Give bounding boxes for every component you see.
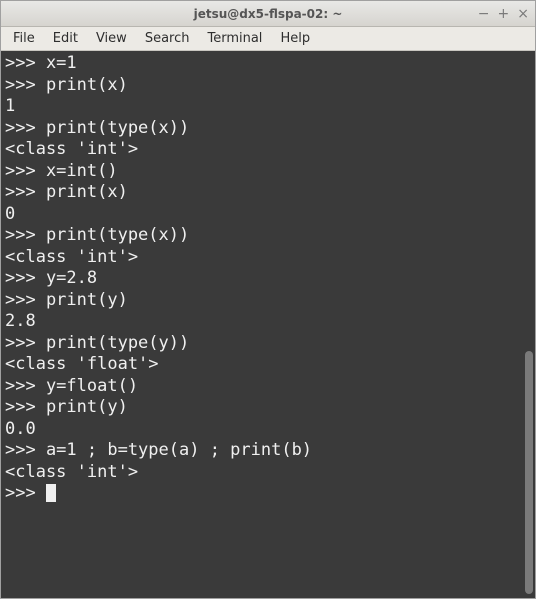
menu-search[interactable]: Search bbox=[137, 29, 198, 48]
menu-help[interactable]: Help bbox=[272, 29, 318, 48]
window-title: jetsu@dx5-flspa-02: ~ bbox=[194, 7, 343, 21]
menu-terminal[interactable]: Terminal bbox=[199, 29, 270, 48]
cursor bbox=[46, 484, 56, 502]
window-controls: − + × bbox=[478, 1, 529, 26]
maximize-icon[interactable]: + bbox=[498, 7, 510, 21]
menu-view[interactable]: View bbox=[88, 29, 135, 48]
terminal-area: >>> x=1 >>> print(x) 1 >>> print(type(x)… bbox=[1, 51, 535, 598]
menu-edit[interactable]: Edit bbox=[45, 29, 86, 48]
terminal-output[interactable]: >>> x=1 >>> print(x) 1 >>> print(type(x)… bbox=[1, 51, 523, 598]
menubar: File Edit View Search Terminal Help bbox=[1, 27, 535, 51]
minimize-icon[interactable]: − bbox=[478, 7, 490, 21]
terminal-window: jetsu@dx5-flspa-02: ~ − + × File Edit Vi… bbox=[0, 0, 536, 599]
close-icon[interactable]: × bbox=[517, 7, 529, 21]
titlebar[interactable]: jetsu@dx5-flspa-02: ~ − + × bbox=[1, 1, 535, 27]
scrollbar[interactable] bbox=[523, 51, 535, 598]
scrollbar-thumb[interactable] bbox=[525, 351, 533, 594]
prompt: >>> bbox=[5, 483, 46, 503]
menu-file[interactable]: File bbox=[5, 29, 43, 48]
